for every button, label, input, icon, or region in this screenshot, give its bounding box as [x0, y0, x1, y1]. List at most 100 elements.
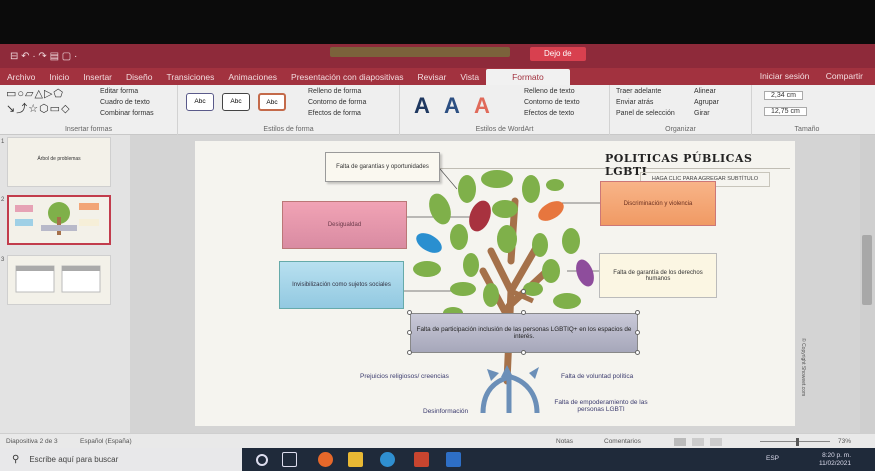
- tab-revisar[interactable]: Revisar: [411, 72, 454, 85]
- root-label-prejuicios[interactable]: Prejuicios religiosos/ creencias: [360, 373, 449, 380]
- tab-presentacion[interactable]: Presentación con diapositivas: [284, 72, 410, 85]
- slide-thumbnail-2[interactable]: [7, 195, 111, 245]
- comments-button[interactable]: Comentarios: [604, 438, 641, 445]
- root-label-empoderamiento[interactable]: Falta de empoderamiento de las personas …: [541, 399, 661, 413]
- send-backward-button[interactable]: Enviar atrás: [616, 99, 653, 106]
- shape-style-1[interactable]: Abc: [186, 93, 214, 111]
- tab-formato[interactable]: Formato: [486, 69, 570, 85]
- cause-box-derechos[interactable]: Falta de garantía de los derechos humano…: [599, 253, 717, 298]
- group-label: Estilos de WordArt: [475, 126, 534, 133]
- powerpoint-icon[interactable]: [414, 452, 429, 467]
- resize-handle[interactable]: [407, 310, 412, 315]
- wordart-style-1[interactable]: A: [414, 93, 430, 119]
- file-explorer-icon[interactable]: [348, 452, 363, 467]
- tab-transiciones[interactable]: Transiciones: [159, 72, 221, 85]
- wordart-style-2[interactable]: A: [444, 93, 460, 119]
- resize-handle[interactable]: [635, 330, 640, 335]
- group-label: Tamaño: [794, 126, 820, 133]
- notes-button[interactable]: Notas: [556, 438, 573, 445]
- selection-pane-button[interactable]: Panel de selección: [616, 110, 675, 117]
- account-badge[interactable]: Dejo de: [530, 47, 586, 61]
- reading-view-icon[interactable]: [710, 438, 722, 446]
- shape-gallery-icon[interactable]: ▭○▱△▷⬠: [6, 87, 64, 100]
- group-size: 2,34 cm 12,75 cm Tamaño: [752, 85, 862, 135]
- title-bar: ⊟ ↶ · ↷ ▤ ▢ · Dejo de: [0, 44, 875, 68]
- tab-inicio[interactable]: Inicio: [42, 72, 76, 85]
- search-placeholder[interactable]: Escribe aquí para buscar: [29, 455, 118, 464]
- rotate-button[interactable]: Girar: [694, 110, 710, 117]
- group-label: Insertar formas: [64, 126, 113, 133]
- zoom-slider[interactable]: [760, 441, 830, 442]
- bring-forward-button[interactable]: Traer adelante: [616, 88, 661, 95]
- vertical-scrollbar[interactable]: [860, 135, 875, 433]
- normal-view-icon[interactable]: [674, 438, 686, 446]
- tab-diseno[interactable]: Diseño: [119, 72, 159, 85]
- taskbar-search[interactable]: ⚲ Escribe aquí para buscar: [0, 448, 242, 471]
- shape-fill-button[interactable]: Relleno de forma: [308, 88, 361, 95]
- cortana-icon[interactable]: [256, 454, 268, 466]
- cause-box-invisibilizacion[interactable]: Invisibilización como sujetos sociales: [279, 261, 404, 309]
- slide-thumbnail-1[interactable]: Árbol de problemas: [7, 137, 111, 187]
- shape-gallery-row2-icon[interactable]: ↘⤴☆⬡▭◇: [6, 100, 71, 116]
- firefox-icon[interactable]: [318, 452, 333, 467]
- resize-handle[interactable]: [407, 350, 412, 355]
- system-tray[interactable]: 8:20 p. m. 11/02/2021: [819, 452, 851, 468]
- search-icon: ⚲: [12, 454, 20, 465]
- group-button[interactable]: Agrupar: [694, 99, 719, 106]
- edit-shape-button[interactable]: Editar forma: [100, 88, 138, 95]
- clock-time: 8:20 p. m.: [822, 452, 851, 459]
- cause-box-garantias[interactable]: Falta de garantías y oportunidades: [325, 152, 440, 182]
- share-button[interactable]: Compartir: [826, 71, 863, 81]
- language-indicator[interactable]: Español (España): [80, 438, 132, 445]
- resize-handle[interactable]: [407, 330, 412, 335]
- wordart-style-3[interactable]: A: [474, 93, 490, 119]
- shape-style-3[interactable]: Abc: [258, 93, 286, 111]
- progress-highlight: [330, 47, 510, 57]
- central-problem-box[interactable]: Falta de participación inclusión de las …: [410, 313, 638, 353]
- rotate-handle[interactable]: [521, 289, 526, 294]
- input-language[interactable]: ESP: [766, 455, 779, 462]
- quick-access-toolbar[interactable]: ⊟ ↶ · ↷ ▤ ▢ ·: [10, 51, 77, 62]
- text-effects-button[interactable]: Efectos de texto: [524, 110, 574, 117]
- text-box-button[interactable]: Cuadro de texto: [100, 99, 150, 106]
- word-icon[interactable]: [446, 452, 461, 467]
- resize-handle[interactable]: [635, 310, 640, 315]
- group-wordart: A A A Relleno de texto Contorno de texto…: [400, 85, 610, 135]
- shape-width-input[interactable]: 12,75 cm: [764, 107, 807, 116]
- text-outline-button[interactable]: Contorno de texto: [524, 99, 580, 106]
- group-shape-styles: Abc Abc Abc Relleno de forma Contorno de…: [178, 85, 400, 135]
- thumbnail-number: 2: [1, 197, 5, 203]
- task-view-icon[interactable]: [282, 452, 297, 467]
- sorter-view-icon[interactable]: [692, 438, 704, 446]
- shape-height-input[interactable]: 2,34 cm: [764, 91, 803, 100]
- resize-handle[interactable]: [521, 350, 526, 355]
- zoom-slider-knob[interactable]: [796, 438, 799, 446]
- cause-box-desigualdad[interactable]: Desigualdad: [282, 201, 407, 249]
- tab-vista[interactable]: Vista: [453, 72, 486, 85]
- slide-canvas[interactable]: POLITICAS PÚBLICAS LGBTI HAGA CLIC PARA …: [195, 141, 806, 426]
- resize-handle[interactable]: [635, 350, 640, 355]
- edge-icon[interactable]: [380, 452, 395, 467]
- tab-animaciones[interactable]: Animaciones: [221, 72, 284, 85]
- shape-style-2[interactable]: Abc: [222, 93, 250, 111]
- merge-shapes-button[interactable]: Combinar formas: [100, 110, 154, 117]
- cause-box-discriminacion[interactable]: Discriminación y violencia: [600, 181, 716, 226]
- root-label-voluntad[interactable]: Falta de voluntad política: [561, 373, 633, 380]
- text-fill-button[interactable]: Relleno de texto: [524, 88, 575, 95]
- group-label: Estilos de forma: [263, 126, 314, 133]
- tab-archivo[interactable]: Archivo: [0, 72, 42, 85]
- resize-handle[interactable]: [521, 310, 526, 315]
- tab-right-area: Iniciar sesión Compartir: [746, 71, 863, 81]
- status-bar: Diapositiva 2 de 3 Español (España) Nota…: [0, 433, 875, 448]
- zoom-level[interactable]: 73%: [838, 438, 851, 445]
- shape-effects-button[interactable]: Efectos de forma: [308, 110, 361, 117]
- scrollbar-thumb[interactable]: [862, 235, 872, 305]
- ribbon-tabs: Archivo Inicio Insertar Diseño Transicio…: [0, 68, 875, 85]
- slide-thumbnail-3[interactable]: [7, 255, 111, 305]
- align-button[interactable]: Alinear: [694, 88, 716, 95]
- root-label-desinformacion[interactable]: Desinformación: [423, 408, 468, 415]
- thumbnail-table-preview: [15, 265, 101, 293]
- tab-insertar[interactable]: Insertar: [76, 72, 119, 85]
- sign-in-link[interactable]: Iniciar sesión: [760, 71, 810, 81]
- shape-outline-button[interactable]: Contorno de forma: [308, 99, 366, 106]
